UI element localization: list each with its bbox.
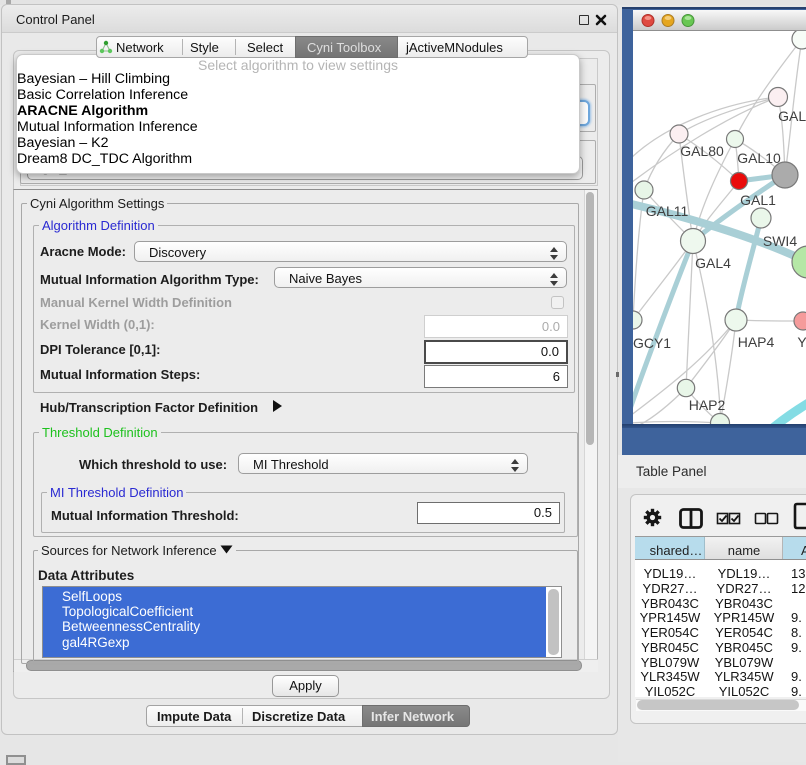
svg-text:GAL10: GAL10	[737, 150, 781, 166]
svg-text:GAL4: GAL4	[695, 255, 731, 271]
svg-text:Y: Y	[797, 334, 806, 350]
svg-text:GAL7: GAL7	[778, 108, 806, 124]
svg-text:HAP4: HAP4	[738, 334, 775, 350]
svg-text:HAP2: HAP2	[689, 397, 726, 413]
svg-text:GAL1: GAL1	[740, 192, 776, 208]
svg-text:GAL11: GAL11	[646, 203, 689, 219]
svg-text:GAL80: GAL80	[680, 143, 724, 159]
svg-text:SWI4: SWI4	[763, 233, 797, 249]
svg-text:GCY1: GCY1	[633, 335, 671, 351]
